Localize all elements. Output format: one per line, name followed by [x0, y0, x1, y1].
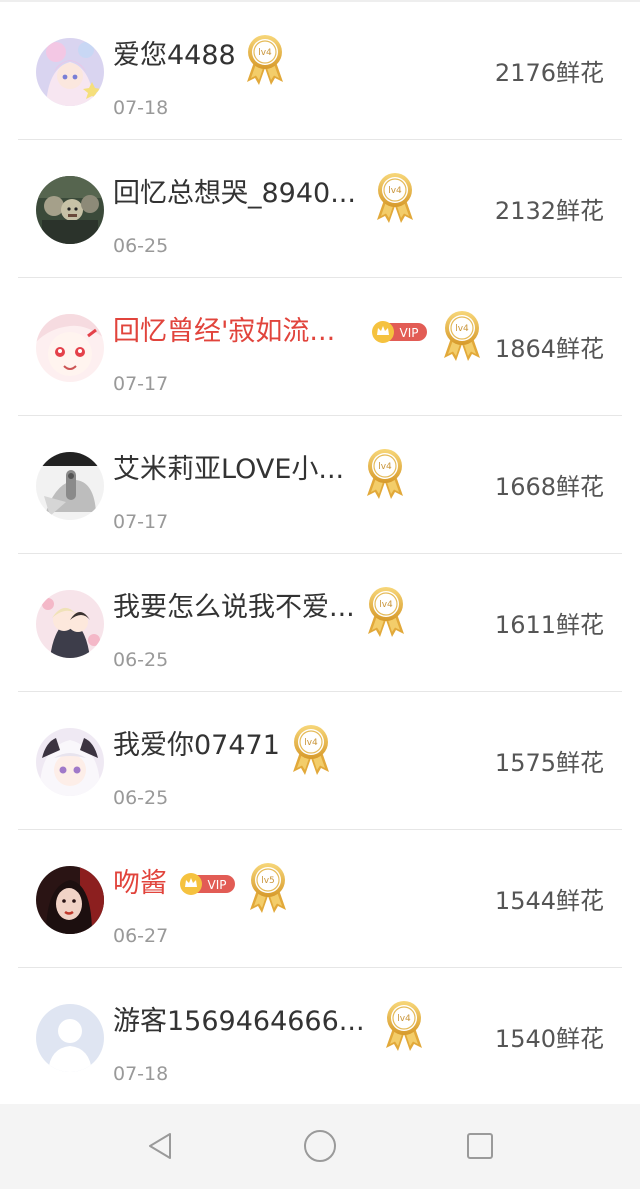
date: 07-18	[113, 97, 169, 119]
username[interactable]: 艾米莉亚LOVE小...	[113, 450, 344, 490]
svg-text:VIP: VIP	[208, 878, 227, 892]
group-photo-avatar	[36, 176, 104, 244]
flower-count: 1544鲜花	[494, 887, 604, 915]
date: 06-25	[113, 235, 169, 257]
date: 06-25	[113, 649, 169, 671]
list-item[interactable]: 我爱你07471 lv4 06-25 1575鲜花	[0, 692, 640, 830]
flower-count: 2132鲜花	[494, 197, 604, 225]
list-item[interactable]: 吻酱 VIP lv5 06-27 1544鲜花	[0, 830, 640, 968]
vip-badge-icon: VIP	[371, 321, 429, 343]
leaderboard-page: 爱您4488 lv4 07-18 2176鲜花 回忆总想哭_8940... lv…	[0, 0, 640, 1104]
list-item[interactable]: 回忆曾经'寂如流... VIP lv4 07-17 1864鲜花	[0, 278, 640, 416]
svg-text:lv4: lv4	[455, 324, 469, 334]
avatar[interactable]	[36, 452, 104, 520]
flower-ranking-list: 爱您4488 lv4 07-18 2176鲜花 回忆总想哭_8940... lv…	[0, 2, 640, 1106]
triangle-back-icon[interactable]	[142, 1128, 178, 1164]
list-item[interactable]: 爱您4488 lv4 07-18 2176鲜花	[0, 2, 640, 140]
flower-count: 1540鲜花	[494, 1025, 604, 1053]
svg-text:VIP: VIP	[400, 326, 419, 340]
svg-text:lv4: lv4	[304, 738, 318, 748]
list-item[interactable]: 我要怎么说我不爱... lv4 06-25 1611鲜花	[0, 554, 640, 692]
level-medal-icon: lv4	[364, 446, 406, 500]
level-medal-icon: lv4	[365, 584, 407, 638]
username[interactable]: 回忆总想哭_8940...	[113, 174, 356, 214]
list-item[interactable]: 游客1569464666... lv4 07-18 1540鲜花	[0, 968, 640, 1106]
avatar[interactable]	[36, 38, 104, 106]
svg-text:lv4: lv4	[378, 462, 392, 472]
dark-portrait-avatar	[36, 866, 104, 934]
date: 06-27	[113, 925, 169, 947]
avatar[interactable]	[36, 590, 104, 658]
svg-text:lv4: lv4	[388, 186, 402, 196]
avatar[interactable]	[36, 176, 104, 244]
level-medal-icon: lv4	[244, 32, 286, 86]
system-navigation-bar	[0, 1104, 640, 1189]
list-item[interactable]: 艾米莉亚LOVE小... lv4 07-17 1668鲜花	[0, 416, 640, 554]
level-medal-icon: lv4	[441, 308, 483, 362]
flower-count: 1575鲜花	[494, 749, 604, 777]
svg-text:lv4: lv4	[397, 1014, 411, 1024]
flower-count: 2176鲜花	[494, 59, 604, 87]
flower-count: 1668鲜花	[494, 473, 604, 501]
grey-sketch-avatar	[36, 452, 104, 520]
level-medal-icon: lv5	[247, 860, 289, 914]
avatar[interactable]	[36, 1004, 104, 1072]
date: 06-25	[113, 787, 169, 809]
avatar[interactable]	[36, 866, 104, 934]
svg-text:lv4: lv4	[258, 48, 272, 58]
avatar[interactable]	[36, 728, 104, 796]
vip-badge-icon: VIP	[179, 873, 237, 895]
level-medal-icon: lv4	[383, 998, 425, 1052]
svg-text:lv5: lv5	[261, 876, 275, 886]
list-item[interactable]: 回忆总想哭_8940... lv4 06-25 2132鲜花	[0, 140, 640, 278]
square-recents-icon[interactable]	[462, 1128, 498, 1164]
anime-face-avatar	[36, 314, 104, 382]
date: 07-18	[113, 1063, 169, 1085]
flower-count: 1864鲜花	[494, 335, 604, 363]
anime-couple-avatar	[36, 590, 104, 658]
date: 07-17	[113, 511, 169, 533]
svg-text:lv4: lv4	[379, 600, 393, 610]
avatar[interactable]	[36, 314, 104, 382]
username[interactable]: 吻酱	[113, 864, 167, 904]
username[interactable]: 我要怎么说我不爱...	[113, 588, 355, 628]
level-medal-icon: lv4	[290, 722, 332, 776]
date: 07-17	[113, 373, 169, 395]
white-hair-anime-avatar	[36, 728, 104, 796]
username[interactable]: 游客1569464666...	[113, 1002, 365, 1042]
anime-girl-avatar	[36, 38, 104, 106]
default-guest-avatar	[36, 1004, 104, 1072]
username[interactable]: 爱您4488	[113, 36, 236, 76]
flower-count: 1611鲜花	[494, 611, 604, 639]
username[interactable]: 回忆曾经'寂如流...	[113, 312, 335, 352]
circle-home-icon[interactable]	[302, 1128, 338, 1164]
username[interactable]: 我爱你07471	[113, 726, 280, 766]
level-medal-icon: lv4	[374, 170, 416, 224]
